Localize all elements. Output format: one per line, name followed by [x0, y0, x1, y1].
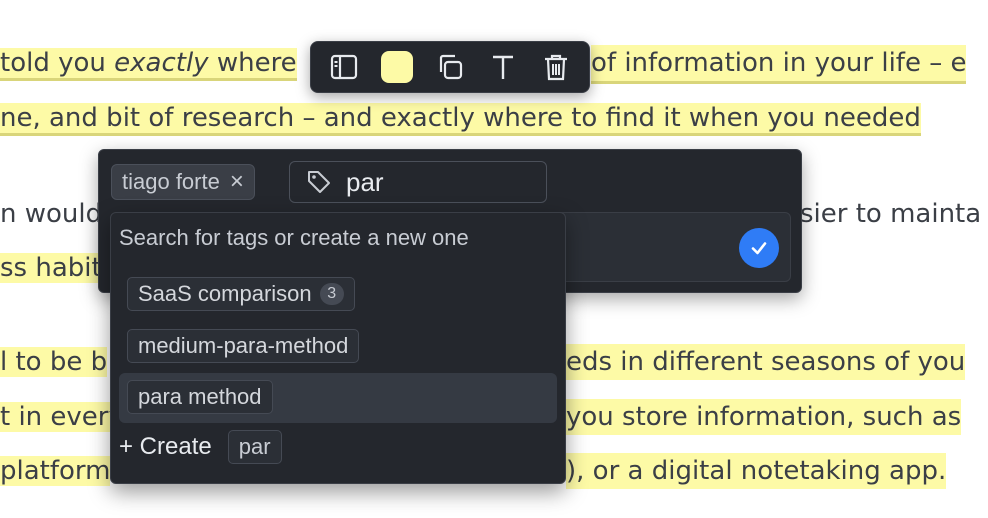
highlight-color-button[interactable]	[377, 47, 417, 87]
tag-input-wrap	[289, 161, 547, 203]
doc-line-3: n would sier to mainta	[0, 199, 982, 229]
sidebar-icon	[330, 54, 357, 80]
suggestion-pill: para method	[127, 380, 273, 414]
text-button[interactable]	[483, 47, 523, 87]
suggestion-pill: medium-para-method	[127, 329, 360, 363]
tag-chip: tiago forte ×	[111, 164, 255, 200]
trash-icon	[545, 54, 568, 81]
tag-chip-label: tiago forte	[122, 169, 220, 194]
copy-button[interactable]	[430, 47, 470, 87]
color-swatch	[380, 51, 413, 83]
tag-icon	[308, 171, 330, 193]
suggestion-item[interactable]: SaaS comparison 3	[119, 270, 557, 320]
tag-search-input[interactable]	[346, 166, 526, 198]
copy-icon	[439, 54, 463, 80]
suggestion-item-active[interactable]: para method	[119, 373, 557, 423]
check-icon	[751, 242, 767, 255]
create-tag-button[interactable]: + Create par	[119, 427, 282, 467]
doc-line-6: t in every you store information, such a…	[0, 399, 962, 435]
suggestion-pill: SaaS comparison 3	[127, 277, 355, 311]
create-label: + Create	[119, 433, 212, 460]
doc-line-5: l to be b eds in different seasons of yo…	[0, 344, 966, 380]
remove-tag-icon[interactable]: ×	[230, 170, 244, 194]
create-query-pill: par	[227, 430, 282, 464]
tag-suggestions-dropdown: Search for tags or create a new one SaaS…	[110, 212, 566, 484]
delete-button[interactable]	[536, 47, 576, 87]
doc-line-2: ne, and bit of research – and exactly wh…	[0, 100, 921, 136]
tag-count-badge: 3	[319, 283, 344, 305]
doc-line-4: ss habit	[0, 253, 102, 283]
confirm-button[interactable]	[739, 228, 779, 268]
doc-line-1: told you exactly where of information in…	[0, 45, 967, 84]
suggestion-item[interactable]: medium-para-method	[119, 322, 557, 372]
text-icon	[493, 55, 514, 79]
sidebar-toggle-button[interactable]	[324, 47, 364, 87]
doc-line-7: platform ), or a digital notetaking app.	[0, 453, 947, 489]
highlight-toolbar	[310, 41, 590, 93]
dropdown-hint: Search for tags or create a new one	[119, 225, 469, 250]
